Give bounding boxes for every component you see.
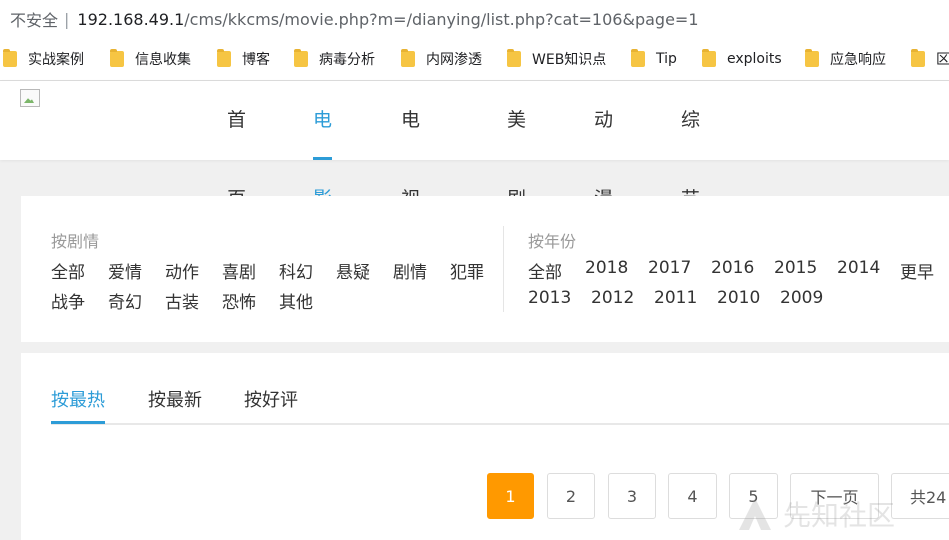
genre-tag[interactable]: 科幻	[279, 258, 313, 283]
year-tag[interactable]: 全部	[528, 258, 562, 283]
page-button-5[interactable]: 5	[729, 473, 778, 519]
year-tag[interactable]: 更早	[900, 258, 934, 283]
bookmark-label: 博客	[242, 52, 270, 68]
genre-tag[interactable]: 剧情	[393, 258, 427, 283]
url-host[interactable]: 192.168.49.1	[77, 10, 184, 29]
folder-icon	[631, 49, 645, 67]
nav-item-us-drama[interactable]: 美剧	[507, 81, 526, 210]
folder-icon	[507, 49, 521, 67]
genre-tag[interactable]: 古装	[165, 288, 199, 313]
movie-list-panel: 按最热 按最新 按好评 1 2 3 4 5 下一页 共24	[21, 353, 949, 540]
filter-divider	[503, 226, 504, 312]
nav-item-home[interactable]: 首页	[227, 81, 246, 210]
logo-broken-image-icon[interactable]	[20, 89, 40, 107]
site-header: 首页 电影 电视剧 美剧 动漫 综艺	[0, 81, 949, 289]
year-tag[interactable]: 2011	[654, 288, 697, 308]
bookmark-item[interactable]: 区	[911, 44, 949, 74]
sort-tab-top-rated[interactable]: 按好评	[244, 386, 298, 412]
bookmark-label: 病毒分析	[319, 52, 375, 68]
year-tag[interactable]: 2009	[780, 288, 823, 308]
year-tag[interactable]: 2014	[837, 258, 880, 278]
bookmark-item[interactable]: 实战案例	[3, 44, 84, 74]
sort-tab-newest[interactable]: 按最新	[148, 386, 202, 412]
folder-icon	[911, 49, 925, 67]
genre-tag[interactable]: 战争	[51, 288, 85, 313]
bookmark-item[interactable]: 病毒分析	[294, 44, 375, 74]
insecure-indicator[interactable]: 不安全	[10, 7, 58, 31]
page-button-1[interactable]: 1	[487, 473, 534, 519]
year-tag[interactable]: 2016	[711, 258, 754, 278]
year-tag[interactable]: 2015	[774, 258, 817, 278]
genre-tag[interactable]: 全部	[51, 258, 85, 283]
next-page-button[interactable]: 下一页	[790, 473, 879, 519]
bookmark-label: 实战案例	[28, 52, 84, 68]
bookmark-item[interactable]: 信息收集	[110, 44, 191, 74]
bookmark-label: 应急响应	[830, 52, 886, 68]
nav-item-anime[interactable]: 动漫	[594, 81, 613, 210]
folder-icon	[110, 49, 124, 67]
genre-tag[interactable]: 爱情	[108, 258, 142, 283]
genre-tag[interactable]: 悬疑	[336, 258, 370, 283]
address-separator: |	[64, 9, 70, 29]
folder-icon	[401, 49, 415, 67]
folder-icon	[294, 49, 308, 67]
genre-tag[interactable]: 其他	[279, 288, 313, 313]
bookmark-label: 内网渗透	[426, 52, 482, 68]
page-button-3[interactable]: 3	[608, 473, 656, 519]
genre-tag[interactable]: 奇幻	[108, 288, 142, 313]
folder-icon	[805, 49, 819, 67]
filter-panel: 按剧情 全部 爱情 动作 喜剧 科幻 悬疑 剧情 犯罪 战争 奇幻 古装 恐怖 …	[21, 196, 949, 342]
bookmarks-bar: 实战案例 信息收集 博客 病毒分析 内网渗透 WEB知识点 Tip exploi…	[0, 38, 949, 81]
nav-item-movies[interactable]: 电影	[313, 81, 333, 210]
year-tag[interactable]: 2018	[585, 258, 628, 278]
bookmark-item[interactable]: 应急响应	[805, 44, 886, 74]
bookmark-label: 信息收集	[135, 52, 191, 68]
nav-item-variety[interactable]: 综艺	[681, 81, 700, 210]
bookmark-label: exploits	[727, 51, 782, 67]
sort-tab-hottest[interactable]: 按最热	[51, 386, 105, 424]
bookmark-label: Tip	[656, 51, 677, 67]
year-filter-title: 按年份	[528, 232, 577, 251]
folder-icon	[702, 49, 716, 67]
sort-tabs-underline	[51, 423, 949, 425]
genre-tag[interactable]: 喜剧	[222, 258, 256, 283]
folder-icon	[217, 49, 231, 67]
bookmark-item[interactable]: Tip	[631, 44, 677, 74]
bookmark-label: 区	[936, 52, 949, 68]
address-bar[interactable]: 不安全 | 192.168.49.1 /cms/kkcms/movie.php?…	[0, 0, 949, 38]
page-button-2[interactable]: 2	[547, 473, 595, 519]
genre-tag[interactable]: 动作	[165, 258, 199, 283]
bookmark-item[interactable]: WEB知识点	[507, 44, 606, 74]
genre-filter-title: 按剧情	[51, 232, 100, 251]
bookmark-item[interactable]: exploits	[702, 44, 782, 74]
year-tag[interactable]: 2017	[648, 258, 691, 278]
url-path[interactable]: /cms/kkcms/movie.php?m=/dianying/list.ph…	[184, 10, 698, 29]
year-tag[interactable]: 2013	[528, 288, 571, 308]
year-tag[interactable]: 2012	[591, 288, 634, 308]
page-button-4[interactable]: 4	[668, 473, 717, 519]
total-pages-label: 共24	[891, 473, 949, 519]
bookmark-item[interactable]: 内网渗透	[401, 44, 482, 74]
nav-item-tv-series[interactable]: 电视剧	[401, 81, 420, 289]
bookmark-item[interactable]: 博客	[217, 44, 270, 74]
genre-tag[interactable]: 恐怖	[222, 288, 256, 313]
bookmark-label: WEB知识点	[532, 52, 607, 68]
genre-tag[interactable]: 犯罪	[450, 258, 484, 283]
folder-icon	[3, 49, 17, 67]
year-tag[interactable]: 2010	[717, 288, 760, 308]
